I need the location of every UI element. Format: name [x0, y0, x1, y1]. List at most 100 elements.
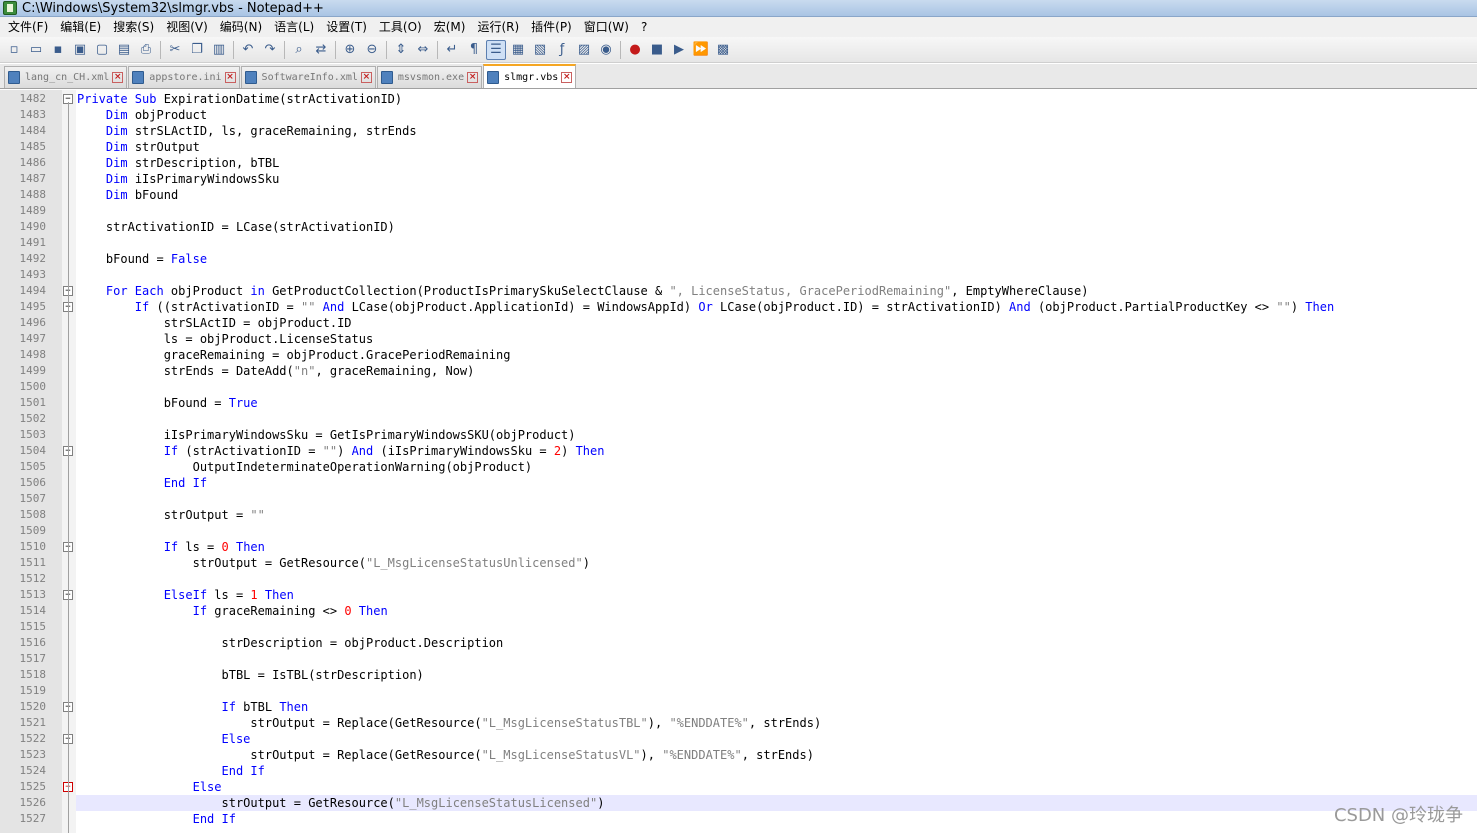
code-line[interactable]: 1508 strOutput = "" — [0, 507, 1477, 523]
menu-item-0[interactable]: 文件(F) — [2, 17, 54, 37]
save-icon[interactable]: ▪ — [48, 40, 68, 60]
copy-icon[interactable]: ❐ — [187, 40, 207, 60]
code-line[interactable]: 1517 — [0, 651, 1477, 667]
code-line[interactable]: 1515 — [0, 619, 1477, 635]
code-editor[interactable]: 1482− Private Sub ExpirationDatime(strAct… — [0, 90, 1477, 833]
code-line[interactable]: 1482− Private Sub ExpirationDatime(strAct… — [0, 91, 1477, 107]
code-line[interactable]: 1492 bFound = False — [0, 251, 1477, 267]
indent-guide-icon[interactable]: ☰ — [486, 39, 506, 60]
code-line[interactable]: 1503 iIsPrimaryWindowsSku = GetIsPrimary… — [0, 427, 1477, 443]
code-line[interactable]: 1489 — [0, 203, 1477, 219]
zoom-in-icon[interactable]: ⊕ — [340, 40, 360, 60]
code-line[interactable]: 1502 — [0, 411, 1477, 427]
tab-close-icon[interactable]: × — [561, 71, 573, 83]
code-line[interactable]: 1497 ls = objProduct.LicenseStatus — [0, 331, 1477, 347]
menu-item-8[interactable]: 宏(M) — [428, 17, 472, 37]
code-line[interactable]: 1483 Dim objProduct — [0, 107, 1477, 123]
tab-4[interactable]: slmgr.vbs × — [483, 64, 577, 88]
code-line[interactable]: 1496 strSLActID = objProduct.ID — [0, 315, 1477, 331]
code-line[interactable]: 1506 End If — [0, 475, 1477, 491]
menu-item-12[interactable]: ? — [635, 17, 653, 37]
paste-icon[interactable]: ▥ — [209, 40, 229, 60]
code-line[interactable]: 1526 strOutput = GetResource("L_MsgLicen… — [0, 795, 1477, 811]
cut-icon[interactable]: ✂ — [165, 40, 185, 60]
replace-icon[interactable]: ⇄ — [311, 40, 331, 60]
new-file-icon[interactable]: ▫ — [4, 40, 24, 60]
close-icon[interactable]: ▢ — [92, 40, 112, 60]
open-file-icon[interactable]: ▭ — [26, 40, 46, 60]
tab-close-icon[interactable]: × — [360, 72, 372, 83]
code-line[interactable]: 1527 End If — [0, 811, 1477, 827]
code-line[interactable]: 1514 If graceRemaining <> 0 Then — [0, 603, 1477, 619]
code-line[interactable]: 1510− If ls = 0 Then — [0, 539, 1477, 555]
code-line[interactable]: 1500 — [0, 379, 1477, 395]
code-line[interactable]: 1488 Dim bFound — [0, 187, 1477, 203]
folder-workspace-icon[interactable]: ▨ — [574, 40, 594, 60]
code-line[interactable]: 1505 OutputIndeterminateOperationWarning… — [0, 459, 1477, 475]
find-icon[interactable]: ⌕ — [289, 40, 309, 60]
tab-3[interactable]: msvsmon.exe × — [376, 66, 483, 88]
print-icon[interactable]: ⎙ — [136, 40, 156, 60]
code-line[interactable]: 1512 — [0, 571, 1477, 587]
tab-close-icon[interactable]: × — [224, 72, 236, 83]
code-line[interactable]: 1518 bTBL = IsTBL(strDescription) — [0, 667, 1477, 683]
code-line[interactable]: 1501 bFound = True — [0, 395, 1477, 411]
tab-1[interactable]: appstore.ini × — [128, 66, 240, 88]
run-macro-multiple-icon[interactable]: ⏩ — [691, 40, 711, 60]
menu-item-5[interactable]: 语言(L) — [268, 17, 320, 37]
sync-vertical-icon[interactable]: ⇕ — [391, 40, 411, 60]
code-line[interactable]: 1513− ElseIf ls = 1 Then — [0, 587, 1477, 603]
redo-icon[interactable]: ↷ — [260, 40, 280, 60]
code-line[interactable]: 1525− Else — [0, 779, 1477, 795]
menu-item-1[interactable]: 编辑(E) — [54, 17, 107, 37]
tab-0[interactable]: lang_cn_CH.xml × — [4, 66, 128, 88]
code-line[interactable]: 1521 strOutput = Replace(GetResource("L_… — [0, 715, 1477, 731]
record-macro-icon[interactable]: ● — [625, 40, 645, 60]
play-macro-icon[interactable]: ▶ — [669, 40, 689, 60]
code-line[interactable]: 1485 Dim strOutput — [0, 139, 1477, 155]
menu-item-9[interactable]: 运行(R) — [471, 17, 525, 37]
code-line[interactable]: 1520− If bTBL Then — [0, 699, 1477, 715]
menu-item-11[interactable]: 窗口(W) — [578, 17, 635, 37]
close-all-icon[interactable]: ▤ — [114, 40, 134, 60]
code-line[interactable]: 1504− If (strActivationID = "") And (iIs… — [0, 443, 1477, 459]
code-line[interactable]: 1498 graceRemaining = objProduct.GracePe… — [0, 347, 1477, 363]
code-line[interactable]: 1486 Dim strDescription, bTBL — [0, 155, 1477, 171]
stop-macro-icon[interactable]: ■ — [647, 40, 667, 60]
word-wrap-icon[interactable]: ↵ — [442, 40, 462, 60]
code-line[interactable]: 1511 strOutput = GetResource("L_MsgLicen… — [0, 555, 1477, 571]
code-line[interactable]: 1487 Dim iIsPrimaryWindowsSku — [0, 171, 1477, 187]
menu-item-4[interactable]: 编码(N) — [214, 17, 268, 37]
code-line[interactable]: 1495− If ((strActivationID = "" And LCas… — [0, 299, 1477, 315]
sync-horizontal-icon[interactable]: ⇔ — [413, 40, 433, 60]
code-line[interactable]: 1509 — [0, 523, 1477, 539]
menu-item-6[interactable]: 设置(T) — [320, 17, 373, 37]
code-line[interactable]: 1519 — [0, 683, 1477, 699]
show-all-chars-icon[interactable]: ¶ — [464, 40, 484, 60]
code-line[interactable]: 1524 End If — [0, 763, 1477, 779]
menu-item-2[interactable]: 搜索(S) — [107, 17, 160, 37]
code-line[interactable]: 1493 — [0, 267, 1477, 283]
code-line[interactable]: 1507 — [0, 491, 1477, 507]
code-line[interactable]: 1494− For Each objProduct in GetProductC… — [0, 283, 1477, 299]
code-line[interactable]: 1523 strOutput = Replace(GetResource("L_… — [0, 747, 1477, 763]
tab-close-icon[interactable]: × — [467, 72, 479, 83]
code-line[interactable]: 1522− Else — [0, 731, 1477, 747]
undo-icon[interactable]: ↶ — [238, 40, 258, 60]
code-line[interactable]: 1491 — [0, 235, 1477, 251]
save-macro-icon[interactable]: ▩ — [713, 40, 733, 60]
user-lang-icon[interactable]: ▦ — [508, 40, 528, 60]
code-line[interactable]: 1484 Dim strSLActID, ls, graceRemaining,… — [0, 123, 1477, 139]
save-all-icon[interactable]: ▣ — [70, 40, 90, 60]
menu-item-3[interactable]: 视图(V) — [160, 17, 214, 37]
menu-item-10[interactable]: 插件(P) — [525, 17, 578, 37]
code-line[interactable]: 1499 strEnds = DateAdd("n", graceRemaini… — [0, 363, 1477, 379]
code-line[interactable]: 1516 strDescription = objProduct.Descrip… — [0, 635, 1477, 651]
doc-map-icon[interactable]: ▧ — [530, 40, 550, 60]
tab-2[interactable]: SoftwareInfo.xml × — [240, 66, 376, 88]
menu-item-7[interactable]: 工具(O) — [373, 17, 428, 37]
tab-close-icon[interactable]: × — [112, 72, 124, 83]
code-line[interactable]: 1490 strActivationID = LCase(strActivati… — [0, 219, 1477, 235]
zoom-out-icon[interactable]: ⊖ — [362, 40, 382, 60]
function-list-icon[interactable]: ƒ — [552, 40, 572, 60]
